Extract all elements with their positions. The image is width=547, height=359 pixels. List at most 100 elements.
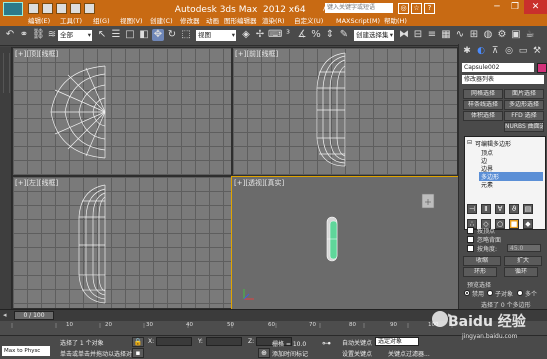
viewport-left[interactable]: [+][左][线框] [13, 177, 231, 308]
key-filters-button[interactable]: 关键点过滤器... [388, 349, 430, 358]
by-vertex-checkbox[interactable] [467, 227, 474, 234]
window-crossing-icon[interactable]: ◧ [138, 29, 150, 41]
make-unique-icon[interactable]: ∀ [495, 204, 505, 214]
schematic-view-icon[interactable]: ⊞ [468, 29, 480, 41]
minimize-button[interactable]: ─ [488, 0, 506, 14]
align-icon[interactable]: ⊟ [412, 29, 424, 41]
menu-group[interactable]: 组(G) [93, 16, 110, 26]
binoculars-icon[interactable]: ◎ [398, 3, 409, 14]
vol-select-button[interactable]: 体积选择 [463, 111, 503, 121]
graphite-ribbon-handle[interactable] [3, 53, 10, 93]
search-input[interactable]: 键入关键字或短语 [325, 3, 393, 13]
configure-sets-icon[interactable]: ▤ [523, 204, 533, 214]
menu-graph-editors[interactable]: 图形编辑器 [224, 16, 257, 26]
isolate-icon[interactable]: ▪ [132, 348, 144, 358]
select-rotate-icon[interactable]: ↻ [166, 29, 178, 41]
preview-subobject-radio[interactable] [487, 290, 493, 296]
render-setup-icon[interactable]: ⚙ [496, 29, 508, 41]
menu-views[interactable]: 视图(V) [120, 16, 143, 26]
hierarchy-tab-icon[interactable]: ⊼ [490, 46, 500, 56]
element-level-icon[interactable]: ◆ [523, 219, 533, 229]
graphite-toggle-icon[interactable]: ▦ [440, 29, 452, 41]
curve-editor-icon[interactable]: ∿ [454, 29, 466, 41]
percent-snap-icon[interactable]: % [310, 29, 322, 41]
add-time-tag-text[interactable]: 添加时间标记 [272, 349, 308, 358]
time-tag-icon[interactable]: ⊕ [258, 348, 270, 358]
object-name-field[interactable]: Capsule002 [462, 63, 534, 72]
select-manipulate-icon[interactable]: ✢ [254, 29, 266, 41]
menu-help[interactable]: 帮助(H) [384, 16, 407, 26]
select-scale-icon[interactable]: ⬚ [180, 29, 192, 41]
angle-spinner[interactable]: 45.0 [507, 244, 541, 252]
create-tab-icon[interactable]: ✱ [462, 46, 472, 56]
help-icon[interactable]: ? [424, 3, 435, 14]
utilities-tab-icon[interactable]: ⚒ [532, 46, 542, 56]
render-icon[interactable]: ☕ [524, 29, 536, 41]
unlink-icon[interactable]: ⛓ [32, 29, 45, 41]
snap-toggle-icon[interactable]: ³ [282, 29, 294, 41]
viewport-perspective[interactable]: [+][透视][真实] [231, 176, 460, 311]
key-icon[interactable]: ⊶ [322, 339, 331, 349]
keyboard-shortcut-icon[interactable]: ⌨ [268, 29, 282, 41]
layer-manager-icon[interactable]: ≡ [426, 29, 438, 41]
bind-space-warp-icon[interactable]: ≋ [46, 29, 58, 41]
time-slider-thumb[interactable]: 0 / 100 [14, 311, 54, 320]
object-color-swatch[interactable] [537, 63, 547, 73]
menu-create[interactable]: 创建(C) [150, 16, 173, 26]
link-icon[interactable]: ⚭ [18, 29, 30, 41]
auto-key-button[interactable]: 自动关键点 [342, 338, 372, 347]
angle-snap-icon[interactable]: ∡ [296, 29, 308, 41]
stack-root-editable-poly[interactable]: 可编辑多边形 [475, 139, 511, 148]
spinner-snap-icon[interactable]: ⇕ [324, 29, 336, 41]
menu-customize[interactable]: 自定义(U) [294, 16, 323, 26]
selection-filter-dropdown[interactable]: 全部 [58, 30, 92, 41]
remove-modifier-icon[interactable]: ϑ [509, 204, 519, 214]
edit-named-selection-icon[interactable]: ✎ [338, 29, 350, 41]
preview-off-radio[interactable] [464, 290, 470, 296]
rect-selection-icon[interactable]: □ [124, 29, 136, 41]
select-object-icon[interactable]: ↖ [96, 29, 108, 41]
key-mode-dropdown[interactable]: 选定对象 [375, 337, 419, 346]
loop-button[interactable]: 循环 [504, 267, 538, 277]
menu-maxscript[interactable]: MAXScript(M) [336, 16, 380, 26]
viewport-top[interactable]: [+][顶][线框] [13, 48, 231, 175]
display-tab-icon[interactable]: ▭ [518, 46, 528, 56]
named-selection-dropdown[interactable]: 创建选择集 [354, 30, 394, 41]
rendered-frame-icon[interactable]: ▣ [510, 29, 522, 41]
mesh-select-button[interactable]: 网格选择 [463, 89, 503, 99]
mirror-icon[interactable]: ⧓ [398, 29, 410, 41]
border-level-icon[interactable]: ○ [495, 219, 505, 229]
restore-button[interactable]: ❐ [506, 0, 524, 14]
menu-tools[interactable]: 工具(T) [60, 16, 82, 26]
star-icon[interactable]: ☆ [411, 3, 422, 14]
material-editor-icon[interactable]: ◍ [482, 29, 494, 41]
close-button[interactable]: ✕ [524, 0, 547, 14]
maxscript-listener[interactable]: Max to Physc [2, 346, 50, 356]
shrink-button[interactable]: 收缩 [463, 256, 501, 266]
reference-coord-dropdown[interactable]: 视图 [196, 30, 236, 41]
stack-item-element[interactable]: 元素 [481, 180, 493, 189]
motion-tab-icon[interactable]: ◎ [504, 46, 514, 56]
viewport-front[interactable]: [+][前][线框] [233, 48, 457, 175]
ffd-select-button[interactable]: FFD 选择 [504, 111, 544, 121]
modify-tab-icon[interactable]: ◐ [476, 46, 486, 56]
menu-rendering[interactable]: 渲染(R) [262, 16, 285, 26]
set-key-button[interactable]: 设置关键点 [342, 349, 372, 358]
undo-icon[interactable]: ↶ [4, 29, 16, 41]
y-coordinate-field[interactable] [206, 337, 242, 346]
patch-select-button[interactable]: 面片选择 [504, 89, 544, 99]
ring-button[interactable]: 环形 [463, 267, 497, 277]
modifier-list-dropdown[interactable]: 修改器列表 [462, 75, 544, 84]
expand-icon[interactable]: ⊟ [467, 139, 472, 146]
menu-edit[interactable]: 编辑(E) [28, 16, 50, 26]
poly-select-button[interactable]: 多边形选择 [504, 100, 544, 110]
by-angle-checkbox[interactable] [467, 245, 474, 252]
x-coordinate-field[interactable] [156, 337, 192, 346]
select-by-name-icon[interactable]: ☰ [110, 29, 122, 41]
preview-multi-radio[interactable] [517, 290, 523, 296]
lock-selection-icon[interactable]: 🔒 [132, 337, 144, 347]
spline-select-button[interactable]: 样条线选择 [463, 100, 503, 110]
show-end-result-icon[interactable]: Ⅱ [481, 204, 491, 214]
select-move-icon[interactable]: ✥ [152, 29, 164, 41]
pin-stack-icon[interactable]: ⊣ [467, 204, 477, 214]
